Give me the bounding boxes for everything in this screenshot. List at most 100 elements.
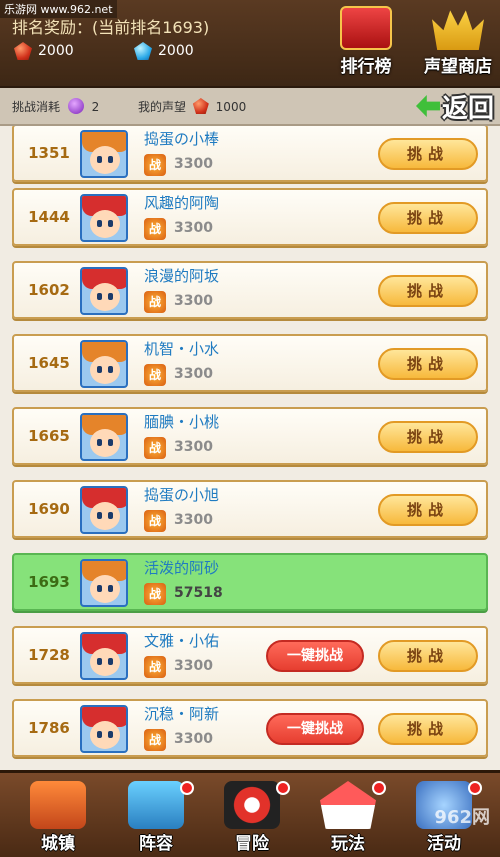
quick-challenge-button[interactable]: 一键挑战 (266, 640, 364, 672)
nav-item-0[interactable]: 城镇 (10, 779, 106, 857)
back-arrow-icon (415, 95, 440, 117)
rank-number: 1351 (28, 144, 70, 162)
essence-icon (67, 98, 84, 114)
avatar[interactable] (80, 194, 128, 242)
avatar[interactable] (80, 413, 128, 461)
avatar-eye (97, 731, 102, 738)
opponent-list[interactable]: 1351 捣蛋の小棒 战 3300 挑战 1444 风趣的阿陶 战 3300 挑… (0, 126, 500, 770)
battle-power-icon: 战 (144, 291, 166, 313)
team-dragon-icon (128, 781, 184, 829)
battle-power-icon: 战 (144, 154, 166, 176)
challenge-button[interactable]: 挑战 (378, 640, 478, 672)
back-label: 返回 (441, 93, 494, 124)
bottom-nav: 城镇 阵容 冒险 玩法 活动 962网 (0, 770, 500, 857)
player-name: 浪漫的阿坂 (144, 267, 220, 285)
resource-blue-diamond: 2000 (134, 42, 194, 60)
battle-power-value: 3300 (174, 293, 213, 309)
prestige-shop-label: 声望商店 (424, 57, 492, 77)
battle-power-value: 57518 (174, 585, 223, 601)
avatar-eye (108, 156, 113, 163)
rank-number: 1444 (28, 208, 70, 226)
challenge-button[interactable]: 挑战 (378, 713, 478, 745)
battle-power-value: 3300 (174, 220, 213, 236)
avatar-face (90, 146, 120, 174)
challenge-button[interactable]: 挑战 (378, 138, 478, 170)
opponent-row: 1728 文雅・小佑 战 3300 挑战 一键挑战 (12, 626, 488, 684)
battle-power-value: 3300 (174, 439, 213, 455)
nav-label: 活动 (427, 834, 461, 854)
carousel-play-icon (320, 781, 376, 829)
resource-red-value: 2000 (38, 43, 74, 59)
avatar-face (90, 210, 120, 238)
nav-item-1[interactable]: 阵容 (108, 779, 204, 857)
battle-power-value: 3300 (174, 731, 213, 747)
notification-badge (276, 781, 290, 795)
avatar-eye (108, 585, 113, 592)
ranking-button[interactable]: 排行榜 (330, 6, 402, 78)
challenge-button[interactable]: 挑战 (378, 348, 478, 380)
nav-label: 阵容 (139, 834, 173, 854)
avatar-eye (108, 658, 113, 665)
player-name: 捣蛋の小棒 (144, 130, 220, 148)
avatar-eye (97, 439, 102, 446)
challenge-button[interactable]: 挑战 (378, 494, 478, 526)
challenge-button[interactable]: 挑战 (378, 275, 478, 307)
avatar[interactable] (80, 632, 128, 680)
avatar-eye (108, 366, 113, 373)
opponent-row: 1665 腼腆・小桃 战 3300 挑战 (12, 407, 488, 465)
avatar-eye (108, 220, 113, 227)
battle-power-icon: 战 (144, 364, 166, 386)
avatar-eye (108, 512, 113, 519)
battle-power-value: 3300 (174, 658, 213, 674)
top-header: 乐游网 www.962.net 排名奖励：(当前排名1693) 2000 200… (0, 0, 500, 88)
challenge-button[interactable]: 挑战 (378, 202, 478, 234)
my-rank-row: 1693 活泼的阿砂 战 57518 (12, 553, 488, 611)
avatar[interactable] (80, 559, 128, 607)
avatar-eye (97, 293, 102, 300)
player-name: 活泼的阿砂 (144, 559, 220, 577)
battle-power-icon: 战 (144, 437, 166, 459)
challenge-cost: 挑战消耗 2 (12, 98, 99, 115)
status-bar: 挑战消耗 2 我的声望 1000 返回 (0, 88, 500, 126)
back-button[interactable]: 返回 (406, 90, 494, 124)
my-prestige-label: 我的声望 (138, 100, 187, 114)
avatar-eye (97, 512, 102, 519)
battle-power-icon: 战 (144, 583, 166, 605)
watermark-bottom: 962网 (434, 807, 490, 828)
avatar-eye (97, 658, 102, 665)
avatar[interactable] (80, 486, 128, 534)
rank-number: 1602 (28, 281, 70, 299)
avatar-eye (97, 585, 102, 592)
challenge-button[interactable]: 挑战 (378, 421, 478, 453)
avatar-eye (108, 293, 113, 300)
rank-number: 1786 (28, 719, 70, 737)
nav-item-3[interactable]: 玩法 (300, 779, 396, 857)
town-icon (30, 781, 86, 829)
avatar-face (90, 429, 120, 457)
pokeball-adventure-icon (224, 781, 280, 829)
challenge-cost-label: 挑战消耗 (12, 100, 61, 114)
red-gem-icon (14, 42, 32, 60)
player-name: 风趣的阿陶 (144, 194, 220, 212)
avatar[interactable] (80, 705, 128, 753)
resource-blue-value: 2000 (158, 43, 194, 59)
my-prestige: 我的声望 1000 (138, 98, 246, 115)
avatar-face (90, 283, 120, 311)
ranking-label: 排行榜 (340, 57, 392, 77)
prestige-shop-button[interactable]: 声望商店 (418, 6, 498, 78)
opponent-row: 1444 风趣的阿陶 战 3300 挑战 (12, 188, 488, 246)
player-name: 捣蛋の小旭 (144, 486, 220, 504)
avatar-eye (108, 731, 113, 738)
player-name: 沉稳・阿新 (144, 705, 220, 723)
notification-badge (372, 781, 386, 795)
battle-power-value: 3300 (174, 156, 213, 172)
avatar[interactable] (80, 340, 128, 388)
nav-item-2[interactable]: 冒险 (204, 779, 300, 857)
battle-power-icon: 战 (144, 729, 166, 751)
avatar[interactable] (80, 130, 128, 178)
my-prestige-value: 1000 (215, 100, 247, 114)
player-name: 腼腆・小桃 (144, 413, 220, 431)
quick-challenge-button[interactable]: 一键挑战 (266, 713, 364, 745)
challenge-cost-value: 2 (91, 100, 100, 114)
avatar[interactable] (80, 267, 128, 315)
